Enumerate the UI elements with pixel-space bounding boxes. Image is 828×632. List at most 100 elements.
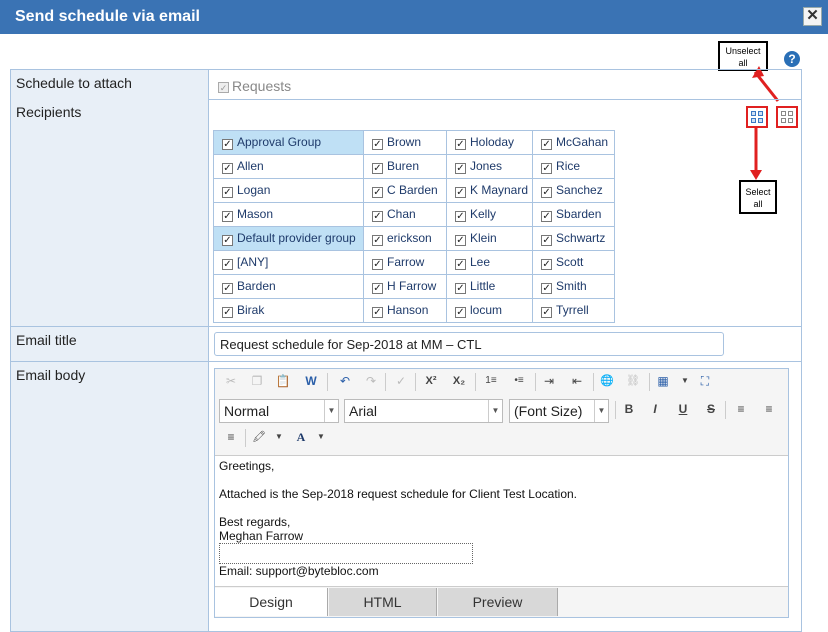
- recipient-checkbox[interactable]: ✓: [455, 139, 466, 150]
- close-button[interactable]: ✕: [803, 7, 822, 26]
- recipient-cell[interactable]: ✓ locum: [445, 298, 534, 323]
- align-center-icon[interactable]: ≡: [759, 399, 779, 419]
- recipient-checkbox[interactable]: ✓: [455, 235, 466, 246]
- recipient-checkbox[interactable]: ✓: [222, 235, 233, 246]
- italic-icon[interactable]: I: [645, 399, 665, 419]
- help-icon[interactable]: ?: [784, 51, 800, 67]
- unselect-all-icon[interactable]: [776, 106, 798, 128]
- recipient-checkbox[interactable]: ✓: [372, 235, 383, 246]
- recipient-cell[interactable]: ✓ Default provider group: [213, 226, 364, 251]
- recipient-checkbox[interactable]: ✓: [455, 307, 466, 318]
- recipient-checkbox[interactable]: ✓: [455, 211, 466, 222]
- recipient-cell[interactable]: ✓ Sanchez: [532, 178, 616, 203]
- recipient-checkbox[interactable]: ✓: [455, 283, 466, 294]
- recipient-cell[interactable]: ✓ Holoday: [445, 130, 534, 155]
- recipient-cell[interactable]: ✓ Jones: [445, 154, 534, 179]
- recipient-cell[interactable]: ✓ Schwartz: [532, 226, 616, 251]
- recipient-checkbox[interactable]: ✓: [455, 163, 466, 174]
- recipient-cell[interactable]: ✓ Barden: [213, 274, 364, 299]
- recipient-cell[interactable]: ✓ Farrow: [363, 250, 447, 275]
- recipient-cell[interactable]: ✓ erickson: [363, 226, 447, 251]
- recipient-cell[interactable]: ✓ Brown: [363, 130, 447, 155]
- recipient-cell[interactable]: ✓ Lee: [445, 250, 534, 275]
- subscript-icon[interactable]: X₂: [449, 371, 469, 391]
- recipient-checkbox[interactable]: ✓: [541, 139, 553, 150]
- strikethrough-icon[interactable]: S: [701, 399, 721, 419]
- bold-icon[interactable]: B: [619, 399, 639, 419]
- indent-icon[interactable]: ⇥: [539, 371, 559, 391]
- unordered-list-icon[interactable]: •≡: [509, 371, 529, 391]
- unlink-icon[interactable]: ⛓: [623, 371, 643, 391]
- cut-icon[interactable]: ✂: [221, 371, 241, 391]
- table-dropdown-icon[interactable]: ▼: [675, 371, 695, 391]
- recipient-checkbox[interactable]: ✓: [222, 187, 233, 198]
- spellcheck-icon[interactable]: ✓: [391, 371, 411, 391]
- tab-html[interactable]: HTML: [329, 588, 437, 616]
- recipient-checkbox[interactable]: ✓: [541, 211, 553, 222]
- insert-link-icon[interactable]: 🌐: [597, 371, 617, 391]
- recipient-checkbox[interactable]: ✓: [372, 259, 383, 270]
- recipient-cell[interactable]: ✓ Allen: [213, 154, 364, 179]
- recipient-cell[interactable]: ✓ C Barden: [363, 178, 447, 203]
- recipient-checkbox[interactable]: ✓: [541, 307, 553, 318]
- recipient-checkbox[interactable]: ✓: [222, 211, 233, 222]
- recipient-checkbox[interactable]: ✓: [541, 163, 553, 174]
- recipient-checkbox[interactable]: ✓: [455, 187, 466, 198]
- recipient-cell[interactable]: ✓ Little: [445, 274, 534, 299]
- fullscreen-icon[interactable]: ⛶: [695, 371, 715, 391]
- recipient-cell[interactable]: ✓ Smith: [532, 274, 616, 299]
- font-color-icon[interactable]: A: [291, 427, 311, 447]
- recipient-checkbox[interactable]: ✓: [541, 283, 553, 294]
- recipient-cell[interactable]: ✓ Chan: [363, 202, 447, 227]
- ordered-list-icon[interactable]: 1≡: [481, 371, 501, 391]
- recipient-checkbox[interactable]: ✓: [372, 307, 383, 318]
- recipient-cell[interactable]: ✓ Approval Group: [213, 130, 364, 155]
- recipient-cell[interactable]: ✓ Kelly: [445, 202, 534, 227]
- redo-icon[interactable]: ↷: [361, 371, 381, 391]
- underline-icon[interactable]: U: [673, 399, 693, 419]
- outdent-icon[interactable]: ⇤: [567, 371, 587, 391]
- recipient-cell[interactable]: ✓ Klein: [445, 226, 534, 251]
- recipient-checkbox[interactable]: ✓: [372, 163, 383, 174]
- align-left-icon[interactable]: ≡: [731, 399, 751, 419]
- recipient-cell[interactable]: ✓ Birak: [213, 298, 364, 323]
- tab-design[interactable]: Design: [215, 588, 328, 616]
- paste-icon[interactable]: 📋: [273, 371, 293, 391]
- recipient-cell[interactable]: ✓ H Farrow: [363, 274, 447, 299]
- email-title-input[interactable]: [214, 332, 724, 356]
- recipient-checkbox[interactable]: ✓: [541, 187, 553, 198]
- superscript-icon[interactable]: X²: [421, 371, 441, 391]
- recipient-cell[interactable]: ✓ Tyrrell: [532, 298, 616, 323]
- recipient-checkbox[interactable]: ✓: [372, 139, 383, 150]
- recipient-cell[interactable]: ✓ Mason: [213, 202, 364, 227]
- recipient-cell[interactable]: ✓ Buren: [363, 154, 447, 179]
- recipient-cell[interactable]: ✓ Hanson: [363, 298, 447, 323]
- recipient-checkbox[interactable]: ✓: [455, 259, 466, 270]
- recipient-cell[interactable]: ✓ Scott: [532, 250, 616, 275]
- recipient-cell[interactable]: ✓ Logan: [213, 178, 364, 203]
- table-icon[interactable]: ▦: [653, 371, 673, 391]
- email-body-editor[interactable]: Greetings, Attached is the Sep-2018 requ…: [215, 455, 788, 587]
- recipient-cell[interactable]: ✓ K Maynard: [445, 178, 534, 203]
- undo-icon[interactable]: ↶: [335, 371, 355, 391]
- recipient-cell[interactable]: ✓ [ANY]: [213, 250, 364, 275]
- justify-icon[interactable]: ≡: [221, 427, 241, 447]
- select-all-icon[interactable]: [746, 106, 768, 128]
- paragraph-format-select[interactable]: Normal ▼: [219, 399, 339, 423]
- recipient-checkbox[interactable]: ✓: [222, 163, 233, 174]
- recipient-checkbox[interactable]: ✓: [372, 187, 383, 198]
- font-size-select[interactable]: (Font Size) ▼: [509, 399, 609, 423]
- highlight-dropdown-icon[interactable]: ▼: [269, 427, 289, 447]
- recipient-cell[interactable]: ✓ McGahan: [532, 130, 616, 155]
- recipient-checkbox[interactable]: ✓: [222, 283, 233, 294]
- recipient-cell[interactable]: ✓ Sbarden: [532, 202, 616, 227]
- recipient-checkbox[interactable]: ✓: [372, 211, 383, 222]
- paste-from-word-icon[interactable]: W: [301, 371, 321, 391]
- recipient-checkbox[interactable]: ✓: [222, 307, 233, 318]
- highlight-color-icon[interactable]: 🖍: [249, 427, 269, 447]
- recipient-checkbox[interactable]: ✓: [222, 139, 233, 150]
- recipient-checkbox[interactable]: ✓: [372, 283, 383, 294]
- font-color-dropdown-icon[interactable]: ▼: [311, 427, 331, 447]
- tab-preview[interactable]: Preview: [438, 588, 558, 616]
- recipient-checkbox[interactable]: ✓: [222, 259, 233, 270]
